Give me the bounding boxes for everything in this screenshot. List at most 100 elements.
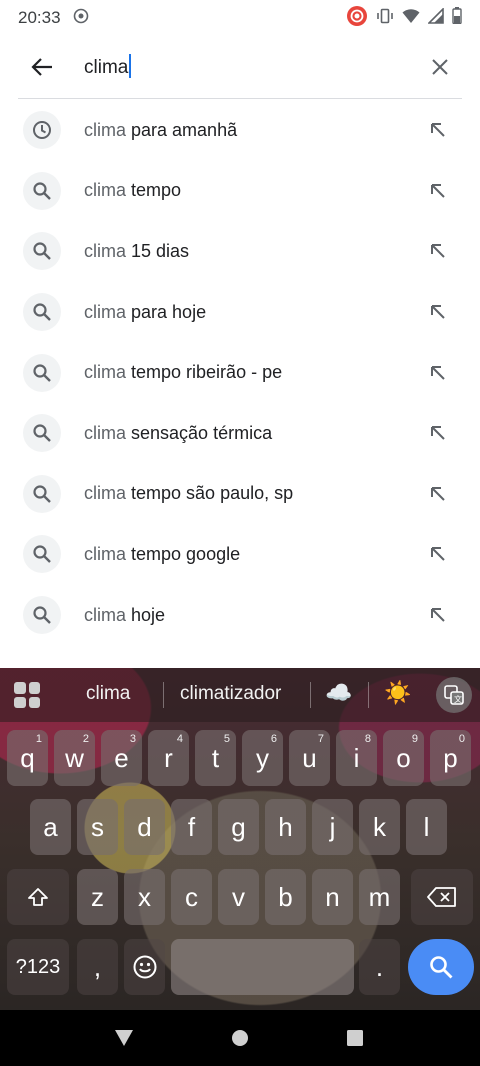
backspace-key[interactable] [411,869,473,925]
suggestion-item[interactable]: clima para amanhã [0,100,480,161]
suggestion-completion: 15 dias [126,240,190,261]
key-x[interactable]: x [124,869,165,925]
suggestion-item[interactable]: clima tempo [0,161,480,222]
key-n[interactable]: n [312,869,353,925]
cloud-emoji-suggestion[interactable]: ☁️ [325,680,352,706]
search-icon [23,232,61,271]
strip-separator [368,682,369,708]
keyboard-suggestion-word[interactable]: clima [86,683,130,705]
suggestion-prefix: clima [84,422,127,443]
arrow-back-icon [31,58,52,76]
sun-emoji-suggestion[interactable]: ☀️ [384,680,411,706]
suggestion-completion: para amanhã [126,119,238,140]
fill-query-arrow-icon[interactable] [424,237,452,265]
keyboard-menu-grid-icon[interactable] [14,682,40,708]
backspace-icon [427,887,456,907]
fill-query-arrow-icon[interactable] [424,298,452,326]
key-s[interactable]: s [77,799,118,855]
key-g[interactable]: g [218,799,259,855]
emoji-icon [133,955,156,979]
circle-home-icon [232,1030,248,1046]
key-y[interactable]: y6 [242,730,283,786]
search-icon [23,596,61,635]
key-h[interactable]: h [265,799,306,855]
suggestion-item[interactable]: clima tempo ribeirão - pe [0,342,480,403]
key-label: w [65,742,84,773]
comma-key[interactable]: , [77,939,118,995]
key-b[interactable]: b [265,869,306,925]
search-action-key[interactable] [408,939,474,995]
translate-icon[interactable]: 文 [436,677,472,713]
search-input[interactable]: clima [84,54,132,79]
fill-query-arrow-icon[interactable] [424,116,452,144]
key-k[interactable]: k [359,799,400,855]
shift-icon [28,888,48,906]
key-v[interactable]: v [218,869,259,925]
clear-search-button[interactable] [422,50,458,84]
key-w[interactable]: w2 [54,730,95,786]
key-u[interactable]: u7 [289,730,330,786]
signal-icon [427,6,444,29]
key-z[interactable]: z [77,869,118,925]
key-c[interactable]: c [171,869,212,925]
nav-home-button[interactable] [225,1024,255,1052]
key-l[interactable]: l [406,799,447,855]
suggestion-item[interactable]: clima 15 dias [0,221,480,282]
fill-query-arrow-icon[interactable] [424,480,452,508]
key-hint: 7 [317,733,324,745]
key-label: q [20,742,35,773]
battery-icon [452,7,462,29]
key-f[interactable]: f [171,799,212,855]
suggestion-prefix: clima [84,240,127,261]
key-m[interactable]: m [359,869,400,925]
keyboard-suggestion-strip: clima climatizador ☁️ ☀️ 文 [0,668,480,722]
system-navigation-bar [0,1010,480,1066]
suggestion-item[interactable]: clima sensação térmica [0,403,480,464]
key-i[interactable]: i8 [336,730,377,786]
key-label: y [256,742,269,773]
fill-query-arrow-icon[interactable] [424,540,452,568]
key-r[interactable]: r4 [148,730,189,786]
key-a[interactable]: a [30,799,71,855]
back-button[interactable] [22,50,62,84]
key-label: r [164,742,173,773]
suggestion-item[interactable]: clima tempo google [0,524,480,585]
key-hint: 2 [82,733,89,745]
nav-back-button[interactable] [109,1024,139,1052]
status-bar: 20:33 [0,0,480,36]
search-icon [23,171,61,210]
space-bar[interactable] [171,939,354,995]
suggestion-text: clima para hoje [84,302,206,323]
triangle-back-icon [115,1030,133,1046]
fill-query-arrow-icon[interactable] [424,419,452,447]
key-hint: 4 [176,733,183,745]
key-d[interactable]: d [124,799,165,855]
suggestion-item[interactable]: clima tempo são paulo, sp [0,464,480,525]
key-t[interactable]: t5 [195,730,236,786]
key-j[interactable]: j [312,799,353,855]
suggestion-item[interactable]: clima hoje [0,585,480,646]
key-label: o [396,742,411,773]
fill-query-arrow-icon[interactable] [424,359,452,387]
period-key[interactable]: . [359,939,400,995]
key-q[interactable]: q1 [7,730,48,786]
key-e[interactable]: e3 [101,730,142,786]
shift-key[interactable] [7,869,69,925]
suggestion-prefix: clima [84,180,127,201]
suggestion-text: clima sensação térmica [84,423,272,444]
key-p[interactable]: p0 [430,730,471,786]
suggestion-item[interactable]: clima para hoje [0,282,480,343]
symbols-key[interactable]: ?123 [7,939,69,995]
suggestion-completion: tempo [126,180,182,201]
fill-query-arrow-icon[interactable] [424,601,452,629]
history-icon [23,111,61,150]
fill-query-arrow-icon[interactable] [424,177,452,205]
emoji-key[interactable] [124,939,165,995]
screen-record-indicator-icon [73,8,89,29]
vibrate-icon [376,8,394,29]
key-o[interactable]: o9 [383,730,424,786]
keyboard-suggestion-word[interactable]: climatizador [180,683,281,705]
suggestion-completion: tempo são paulo, sp [126,483,294,504]
nav-recents-button[interactable] [340,1024,370,1052]
key-hint: 8 [364,733,371,745]
